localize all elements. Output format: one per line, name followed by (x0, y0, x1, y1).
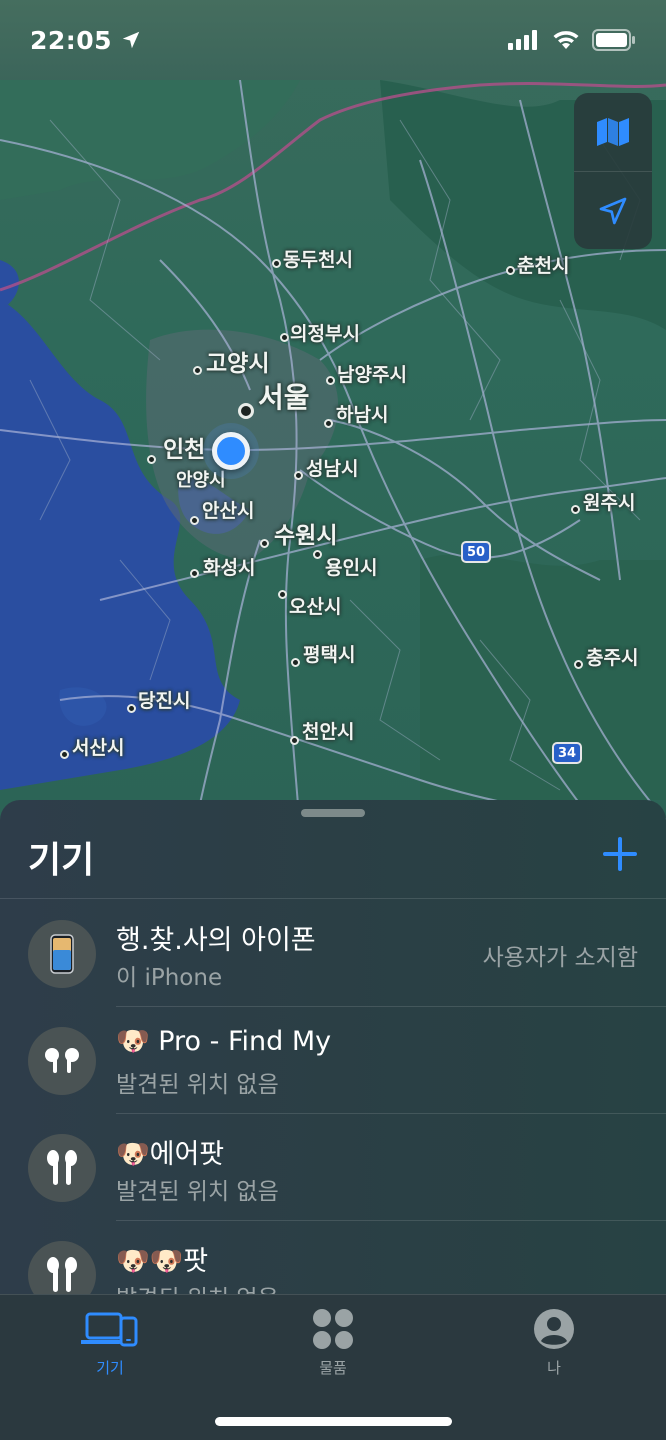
tab-items[interactable]: 물품 (273, 1307, 393, 1378)
status-icons (508, 29, 636, 51)
device-name: 행.찾.사의 아이폰 (116, 925, 316, 956)
city-label: 안산시 (202, 500, 255, 522)
city-dot (278, 590, 287, 599)
city-label: 천안시 (302, 721, 355, 743)
tab-devices[interactable]: 기기 (50, 1307, 170, 1378)
city-dot (571, 505, 580, 514)
city-dot (147, 455, 156, 464)
location-arrow-icon (122, 31, 140, 49)
highway-shield: 34 (552, 742, 582, 764)
city-label: 수원시 (274, 523, 338, 549)
highway-shield: 50 (461, 541, 491, 563)
city-label: 용인시 (325, 557, 378, 579)
device-row[interactable]: 행.찾.사의 아이폰 이 iPhone 사용자가 소지함 (0, 900, 666, 1007)
person-icon (534, 1309, 574, 1349)
device-avatar (28, 1134, 96, 1202)
status-time-text: 22:05 (30, 25, 113, 55)
tab-label: 나 (547, 1359, 561, 1377)
track-location-button[interactable] (574, 171, 652, 249)
tab-label: 물품 (319, 1359, 347, 1377)
device-row[interactable]: 🐶🐶팟 발견된 위치 없음 (0, 1221, 666, 1294)
city-label: 의정부시 (290, 323, 360, 345)
city-label: 하남시 (336, 404, 389, 426)
city-label: 오산시 (289, 596, 342, 618)
signal-bars-icon (508, 30, 537, 50)
iphone-icon (50, 934, 74, 974)
city-dot (190, 516, 199, 525)
map-controls (574, 93, 652, 249)
city-dot (280, 333, 289, 342)
sheet-grabber[interactable] (301, 809, 365, 817)
city-dot (272, 259, 281, 268)
device-subtitle: 이 iPhone (116, 965, 223, 991)
airpods-icon (47, 1150, 77, 1185)
city-label: 춘천시 (517, 255, 570, 277)
city-dot-capital (238, 403, 254, 419)
city-dot (324, 419, 333, 428)
device-avatar (28, 1241, 96, 1294)
device-row[interactable]: 🐶 Pro - Find My 발견된 위치 없음 (0, 1007, 666, 1114)
device-row[interactable]: 🐶에어팟 발견된 위치 없음 (0, 1114, 666, 1221)
city-dot (294, 471, 303, 480)
tab-me[interactable]: 나 (494, 1307, 614, 1378)
items-icon (313, 1309, 353, 1349)
current-location-dot[interactable] (212, 432, 250, 470)
map-terrain (0, 79, 666, 830)
city-label: 동두천시 (283, 249, 353, 271)
divider (0, 898, 666, 899)
status-bar: 22:05 (0, 0, 666, 80)
device-list: 행.찾.사의 아이폰 이 iPhone 사용자가 소지함 🐶 Pro - Fin… (0, 900, 666, 1294)
device-subtitle: 발견된 위치 없음 (116, 1179, 279, 1205)
city-label: 화성시 (203, 557, 256, 579)
map-style-button[interactable] (574, 93, 652, 171)
city-dot (260, 539, 269, 548)
wifi-icon (553, 31, 579, 49)
battery-icon (592, 29, 635, 51)
city-dot (190, 569, 199, 578)
device-name: 🐶🐶팟 (116, 1246, 209, 1277)
home-indicator[interactable] (215, 1417, 452, 1426)
device-name: 🐶 Pro - Find My (116, 1026, 332, 1057)
city-dot (574, 660, 583, 669)
city-label: 성남시 (306, 458, 359, 480)
location-arrow-icon (599, 197, 627, 224)
city-dot (326, 376, 335, 385)
tab-label: 기기 (96, 1359, 124, 1377)
city-label: 원주시 (583, 492, 636, 514)
city-label: 충주시 (586, 647, 639, 669)
map-icon (597, 118, 629, 146)
city-dot (127, 704, 136, 713)
city-label: 남양주시 (337, 364, 407, 386)
device-subtitle: 발견된 위치 없음 (116, 1279, 279, 1294)
device-status: 사용자가 소지함 (482, 945, 638, 971)
city-dot (291, 658, 300, 667)
city-dot (506, 266, 515, 275)
city-label-capital: 서울 (258, 381, 310, 414)
city-dot (193, 366, 202, 375)
add-device-button[interactable] (600, 834, 640, 874)
city-label: 당진시 (138, 690, 191, 712)
tab-bar: 기기 물품 나 (0, 1294, 666, 1440)
city-dot (313, 550, 322, 559)
device-avatar (28, 920, 96, 988)
device-name: 🐶에어팟 (116, 1139, 225, 1170)
status-time: 22:05 (30, 26, 142, 55)
airpods-icon (47, 1257, 77, 1292)
device-avatar (28, 1027, 96, 1095)
city-dot (290, 736, 299, 745)
devices-icon (81, 1312, 138, 1347)
device-subtitle: 발견된 위치 없음 (116, 1072, 279, 1098)
map-view[interactable]: 22:05 동두천시 춘천시 의정부시 고양시 남양주시 서울 하남시 인천 안… (0, 0, 666, 830)
sheet-title: 기기 (28, 840, 95, 881)
city-label: 인천 (163, 437, 206, 463)
city-label: 서산시 (72, 737, 125, 759)
city-dot (60, 750, 69, 759)
city-label: 평택시 (303, 644, 356, 666)
city-label: 고양시 (206, 351, 270, 377)
airpods-pro-icon (45, 1048, 79, 1073)
